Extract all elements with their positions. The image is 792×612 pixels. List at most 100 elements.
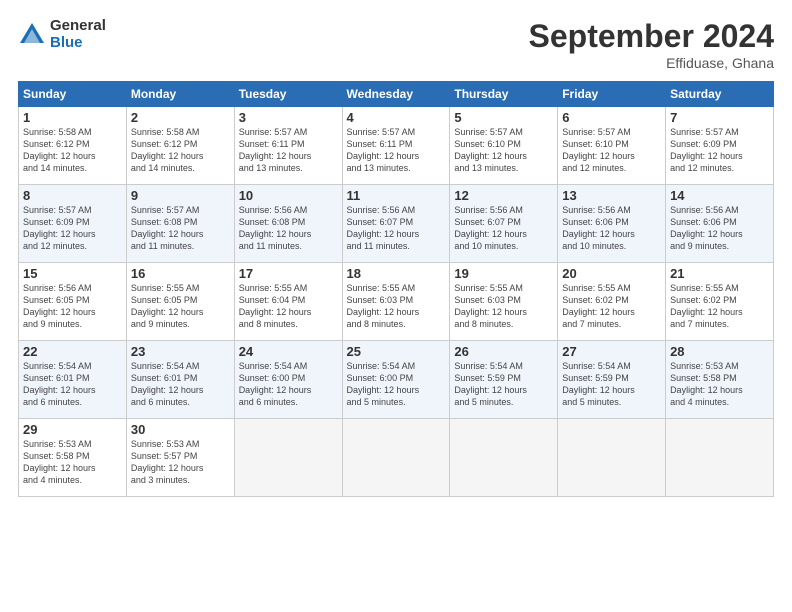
- day-cell: 3Sunrise: 5:57 AM Sunset: 6:11 PM Daylig…: [234, 107, 342, 185]
- day-info: Sunrise: 5:57 AM Sunset: 6:09 PM Dayligh…: [670, 126, 769, 175]
- day-number: 5: [454, 110, 553, 125]
- day-number: 24: [239, 344, 338, 359]
- day-info: Sunrise: 5:55 AM Sunset: 6:02 PM Dayligh…: [670, 282, 769, 331]
- day-info: Sunrise: 5:56 AM Sunset: 6:06 PM Dayligh…: [562, 204, 661, 253]
- day-cell: 25Sunrise: 5:54 AM Sunset: 6:00 PM Dayli…: [342, 341, 450, 419]
- day-cell: 4Sunrise: 5:57 AM Sunset: 6:11 PM Daylig…: [342, 107, 450, 185]
- day-cell: 22Sunrise: 5:54 AM Sunset: 6:01 PM Dayli…: [19, 341, 127, 419]
- day-cell: 26Sunrise: 5:54 AM Sunset: 5:59 PM Dayli…: [450, 341, 558, 419]
- day-info: Sunrise: 5:57 AM Sunset: 6:09 PM Dayligh…: [23, 204, 122, 253]
- day-cell: 15Sunrise: 5:56 AM Sunset: 6:05 PM Dayli…: [19, 263, 127, 341]
- day-cell: 27Sunrise: 5:54 AM Sunset: 5:59 PM Dayli…: [558, 341, 666, 419]
- day-number: 4: [347, 110, 446, 125]
- column-header-wednesday: Wednesday: [342, 82, 450, 107]
- week-row-4: 22Sunrise: 5:54 AM Sunset: 6:01 PM Dayli…: [19, 341, 774, 419]
- day-cell: 18Sunrise: 5:55 AM Sunset: 6:03 PM Dayli…: [342, 263, 450, 341]
- day-number: 23: [131, 344, 230, 359]
- logo-blue-text: Blue: [50, 35, 106, 52]
- header: General Blue September 2024 Effiduase, G…: [18, 18, 774, 71]
- day-number: 13: [562, 188, 661, 203]
- day-info: Sunrise: 5:56 AM Sunset: 6:08 PM Dayligh…: [239, 204, 338, 253]
- day-cell: 21Sunrise: 5:55 AM Sunset: 6:02 PM Dayli…: [666, 263, 774, 341]
- day-info: Sunrise: 5:56 AM Sunset: 6:07 PM Dayligh…: [347, 204, 446, 253]
- day-number: 27: [562, 344, 661, 359]
- day-cell: 6Sunrise: 5:57 AM Sunset: 6:10 PM Daylig…: [558, 107, 666, 185]
- day-number: 14: [670, 188, 769, 203]
- day-info: Sunrise: 5:55 AM Sunset: 6:03 PM Dayligh…: [347, 282, 446, 331]
- day-number: 8: [23, 188, 122, 203]
- day-info: Sunrise: 5:53 AM Sunset: 5:57 PM Dayligh…: [131, 438, 230, 487]
- column-header-thursday: Thursday: [450, 82, 558, 107]
- day-number: 25: [347, 344, 446, 359]
- day-number: 29: [23, 422, 122, 437]
- day-cell: 8Sunrise: 5:57 AM Sunset: 6:09 PM Daylig…: [19, 185, 127, 263]
- day-cell: [234, 419, 342, 497]
- day-number: 7: [670, 110, 769, 125]
- day-number: 2: [131, 110, 230, 125]
- day-info: Sunrise: 5:54 AM Sunset: 5:59 PM Dayligh…: [562, 360, 661, 409]
- logo-text: General Blue: [50, 18, 106, 51]
- day-info: Sunrise: 5:54 AM Sunset: 6:01 PM Dayligh…: [23, 360, 122, 409]
- calendar-table: SundayMondayTuesdayWednesdayThursdayFrid…: [18, 81, 774, 497]
- day-cell: 17Sunrise: 5:55 AM Sunset: 6:04 PM Dayli…: [234, 263, 342, 341]
- column-header-tuesday: Tuesday: [234, 82, 342, 107]
- day-number: 19: [454, 266, 553, 281]
- week-row-5: 29Sunrise: 5:53 AM Sunset: 5:58 PM Dayli…: [19, 419, 774, 497]
- day-number: 10: [239, 188, 338, 203]
- day-cell: 5Sunrise: 5:57 AM Sunset: 6:10 PM Daylig…: [450, 107, 558, 185]
- day-cell: 20Sunrise: 5:55 AM Sunset: 6:02 PM Dayli…: [558, 263, 666, 341]
- day-info: Sunrise: 5:53 AM Sunset: 5:58 PM Dayligh…: [670, 360, 769, 409]
- day-cell: 30Sunrise: 5:53 AM Sunset: 5:57 PM Dayli…: [126, 419, 234, 497]
- day-info: Sunrise: 5:55 AM Sunset: 6:03 PM Dayligh…: [454, 282, 553, 331]
- day-cell: 1Sunrise: 5:58 AM Sunset: 6:12 PM Daylig…: [19, 107, 127, 185]
- day-info: Sunrise: 5:55 AM Sunset: 6:05 PM Dayligh…: [131, 282, 230, 331]
- day-cell: 10Sunrise: 5:56 AM Sunset: 6:08 PM Dayli…: [234, 185, 342, 263]
- day-info: Sunrise: 5:58 AM Sunset: 6:12 PM Dayligh…: [23, 126, 122, 175]
- day-cell: [558, 419, 666, 497]
- column-header-sunday: Sunday: [19, 82, 127, 107]
- day-info: Sunrise: 5:58 AM Sunset: 6:12 PM Dayligh…: [131, 126, 230, 175]
- day-info: Sunrise: 5:57 AM Sunset: 6:11 PM Dayligh…: [347, 126, 446, 175]
- column-header-friday: Friday: [558, 82, 666, 107]
- day-number: 16: [131, 266, 230, 281]
- day-cell: 24Sunrise: 5:54 AM Sunset: 6:00 PM Dayli…: [234, 341, 342, 419]
- title-area: September 2024 Effiduase, Ghana: [529, 18, 774, 71]
- month-title: September 2024: [529, 18, 774, 55]
- day-info: Sunrise: 5:56 AM Sunset: 6:05 PM Dayligh…: [23, 282, 122, 331]
- day-number: 26: [454, 344, 553, 359]
- day-info: Sunrise: 5:57 AM Sunset: 6:11 PM Dayligh…: [239, 126, 338, 175]
- day-info: Sunrise: 5:57 AM Sunset: 6:10 PM Dayligh…: [454, 126, 553, 175]
- day-number: 11: [347, 188, 446, 203]
- day-number: 21: [670, 266, 769, 281]
- day-info: Sunrise: 5:54 AM Sunset: 6:01 PM Dayligh…: [131, 360, 230, 409]
- column-header-monday: Monday: [126, 82, 234, 107]
- day-cell: [450, 419, 558, 497]
- logo-general: General: [50, 18, 106, 35]
- day-number: 3: [239, 110, 338, 125]
- day-cell: 11Sunrise: 5:56 AM Sunset: 6:07 PM Dayli…: [342, 185, 450, 263]
- day-number: 15: [23, 266, 122, 281]
- day-number: 12: [454, 188, 553, 203]
- day-number: 20: [562, 266, 661, 281]
- day-info: Sunrise: 5:57 AM Sunset: 6:08 PM Dayligh…: [131, 204, 230, 253]
- day-info: Sunrise: 5:54 AM Sunset: 6:00 PM Dayligh…: [347, 360, 446, 409]
- day-info: Sunrise: 5:57 AM Sunset: 6:10 PM Dayligh…: [562, 126, 661, 175]
- day-info: Sunrise: 5:55 AM Sunset: 6:02 PM Dayligh…: [562, 282, 661, 331]
- day-cell: 23Sunrise: 5:54 AM Sunset: 6:01 PM Dayli…: [126, 341, 234, 419]
- day-number: 22: [23, 344, 122, 359]
- day-info: Sunrise: 5:56 AM Sunset: 6:06 PM Dayligh…: [670, 204, 769, 253]
- day-cell: 19Sunrise: 5:55 AM Sunset: 6:03 PM Dayli…: [450, 263, 558, 341]
- day-number: 6: [562, 110, 661, 125]
- day-number: 30: [131, 422, 230, 437]
- location: Effiduase, Ghana: [529, 55, 774, 71]
- day-cell: 7Sunrise: 5:57 AM Sunset: 6:09 PM Daylig…: [666, 107, 774, 185]
- day-info: Sunrise: 5:53 AM Sunset: 5:58 PM Dayligh…: [23, 438, 122, 487]
- day-number: 9: [131, 188, 230, 203]
- day-info: Sunrise: 5:54 AM Sunset: 5:59 PM Dayligh…: [454, 360, 553, 409]
- week-row-3: 15Sunrise: 5:56 AM Sunset: 6:05 PM Dayli…: [19, 263, 774, 341]
- day-cell: 14Sunrise: 5:56 AM Sunset: 6:06 PM Dayli…: [666, 185, 774, 263]
- day-cell: 12Sunrise: 5:56 AM Sunset: 6:07 PM Dayli…: [450, 185, 558, 263]
- week-row-2: 8Sunrise: 5:57 AM Sunset: 6:09 PM Daylig…: [19, 185, 774, 263]
- day-number: 18: [347, 266, 446, 281]
- day-info: Sunrise: 5:56 AM Sunset: 6:07 PM Dayligh…: [454, 204, 553, 253]
